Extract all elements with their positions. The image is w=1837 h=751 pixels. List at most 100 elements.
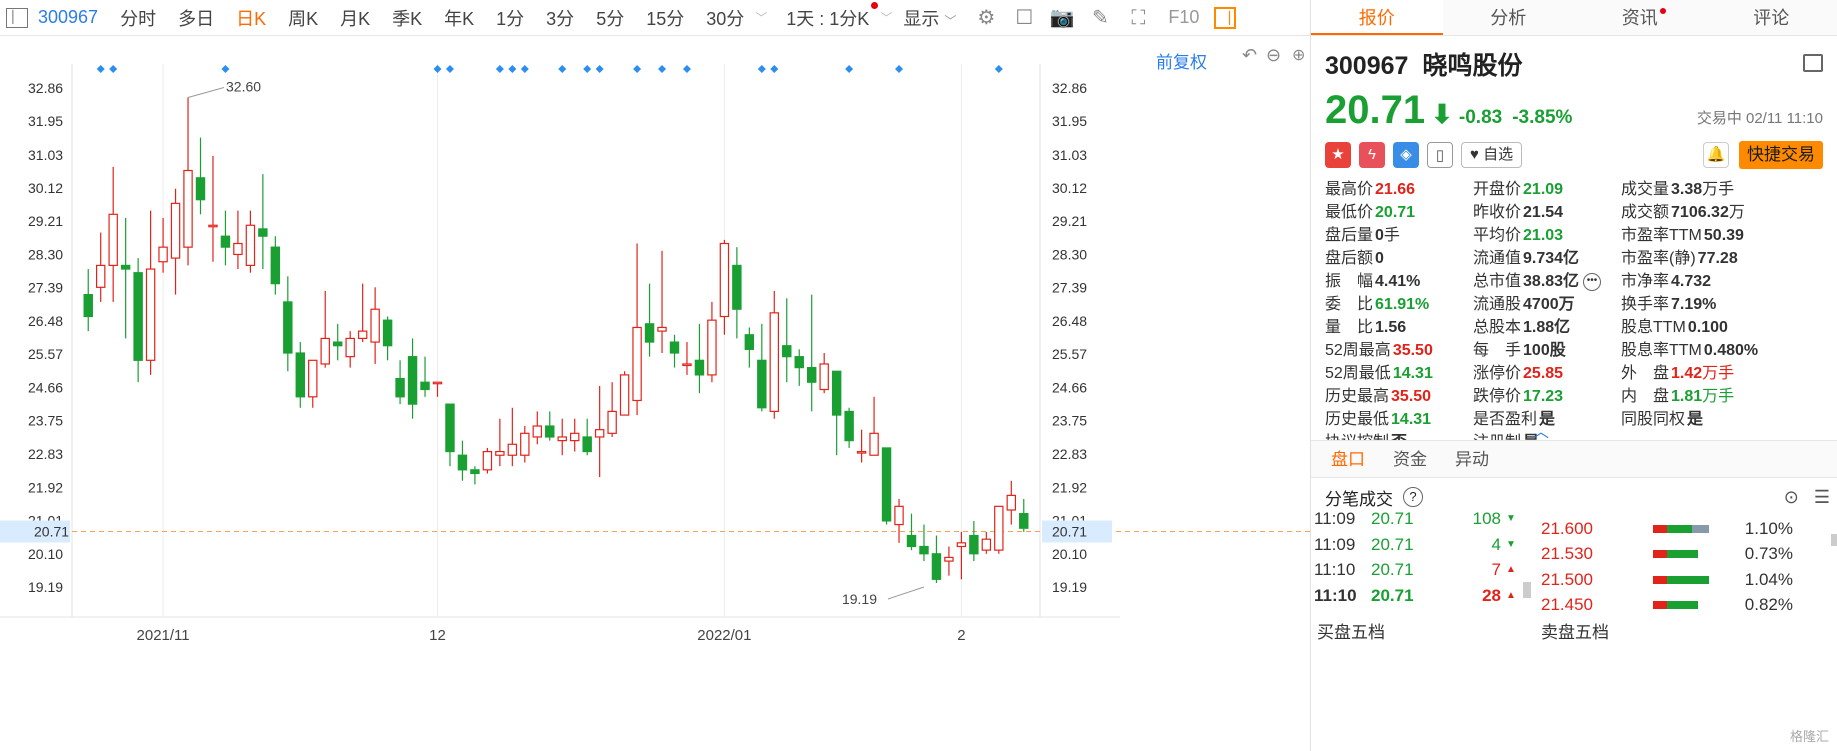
zoom-out-icon[interactable]: ⊖ [1266,45,1281,66]
period-tab[interactable]: 分时 [109,5,167,31]
stock-code-label[interactable]: 300967 [32,7,109,28]
list-icon[interactable]: ☰ [1814,487,1830,507]
buy-five-label[interactable]: 买盘五档 [1317,618,1385,643]
sell-five-label[interactable]: 卖盘五档 [1541,618,1609,643]
period-tab[interactable]: 15分 [635,5,695,31]
fullscreen-icon[interactable]: ⛶ [1123,3,1153,33]
quote-cell: 平均价 21.03 [1473,225,1621,247]
pen-icon[interactable]: ✎ [1085,3,1115,33]
quote-value: 1.42 [1671,365,1703,382]
depth-tab[interactable]: 资金 [1379,441,1441,477]
help-icon[interactable]: ? [1403,487,1423,507]
quote-actions: ★ ϟ ◈ ▯ ♥ 自选 🔔 快捷交易 [1325,141,1823,169]
quote-tab[interactable]: 分析 [1443,0,1575,35]
period-tab[interactable]: 日K [225,5,277,31]
quote-label: 最低价 [1325,204,1374,221]
alert-bell-icon[interactable]: 🔔 [1703,142,1729,168]
y-tick-label-right: 32.86 [1052,80,1087,96]
quote-unit: 万 [1728,204,1745,221]
period-tab[interactable]: 年K [433,5,485,31]
side-panel-icon[interactable] [1803,54,1823,72]
lightning-icon[interactable]: ϟ [1359,142,1385,168]
quote-cell: 总市值 38.83亿 ••• [1473,271,1621,293]
quote-tab[interactable]: 资讯 [1574,0,1706,35]
period-tab[interactable]: 周K [277,5,329,31]
period-tab[interactable]: 季K [381,5,433,31]
tick-scrollbar[interactable] [1523,582,1531,598]
interval-label: 1天 : 1分K [786,8,870,29]
candle-up [856,450,867,454]
quick-trade-button[interactable]: 快捷交易 [1739,141,1823,169]
level-bar-red [1653,601,1667,610]
quote-tab[interactable]: 评论 [1706,0,1837,35]
period-tab[interactable]: 多日 [167,5,225,31]
candle-up [345,337,355,358]
more-info-icon[interactable]: ••• [1583,272,1602,291]
candle-down [806,367,817,383]
draw-rect-icon[interactable]: ☐ [1009,3,1039,33]
china-flag-icon[interactable]: ★ [1325,142,1351,168]
period-tab[interactable]: 3分 [535,5,585,31]
quote-cell: 盘后额 0 [1325,248,1473,270]
interval-dropdown-icon[interactable]: ﹀ [880,9,892,26]
quote-tab[interactable]: 报价 [1311,0,1443,35]
price-tag-right-label: 20.71 [1052,524,1087,540]
bookmark-icon[interactable]: ▯ [1427,142,1453,168]
depth-tab[interactable]: 盘口 [1317,441,1379,477]
low-annotation-line [887,586,925,600]
y-tick-label-left: 28.30 [28,246,63,262]
tag-icon[interactable]: ◈ [1393,142,1419,168]
tick-row: 11:09 20.71 4 ▼ [1311,532,1526,558]
f10-button[interactable]: F10 [1157,7,1210,28]
add-watchlist-button[interactable]: ♥ 自选 [1461,142,1523,168]
up-triangle-icon: ▲ [1506,564,1516,575]
interval-select[interactable]: 1天 : 1分K [775,1,880,31]
event-marker-icon [109,65,118,73]
candle-up [819,363,829,391]
camera-icon[interactable]: 📷 [1047,3,1077,33]
collapse-chevron-icon[interactable]: ︿ [1533,418,1549,442]
more-options-icon[interactable]: ⊙ [1784,487,1799,507]
y-tick-label-left: 20.10 [28,546,63,562]
event-marker-icon [757,65,766,73]
candle-down [332,341,343,347]
candle-down [295,352,306,398]
fuquan-toggle[interactable]: 前复权 [1156,48,1207,73]
quote-unit: 万手 [1702,388,1735,405]
level-price: 21.450 [1541,595,1593,615]
depth-tab[interactable]: 异动 [1441,441,1503,477]
quote-cell: 52周最低 14.31 [1325,363,1473,385]
level-pct: 0.82% [1744,595,1793,615]
period-tab[interactable]: 1分 [485,5,535,31]
down-arrow-icon: ⬇ [1431,99,1453,129]
quote-label: 流通股 [1473,296,1522,313]
period-tab[interactable]: 5分 [585,5,635,31]
down-triangle-icon: ▼ [1506,538,1516,550]
quote-value: 25.85 [1523,365,1564,382]
candle-down [744,334,755,350]
tick-price: 20.71 [1371,509,1414,528]
period-tab[interactable]: 30分 [695,5,755,31]
level-scrollbar[interactable] [1831,534,1837,546]
quote-cell: 市盈率TTM 50.39 [1621,225,1823,247]
candle-up [956,542,967,548]
candle-up [532,425,543,438]
period-tab[interactable]: 月K [329,5,381,31]
settings-icon[interactable]: ⚙ [971,3,1001,33]
quote-label: 是否盈利 [1473,411,1538,428]
sidebar-toggle-icon[interactable]: ▏ [6,7,28,28]
zoom-in-icon[interactable]: ⊕ [1292,45,1305,65]
kline-chart[interactable]: 2021/11 12 2022/01 2 32.86 32.86 31.95 31.95 31.… [0,36,1310,751]
display-menu[interactable]: 显示 ﹀ [892,5,967,31]
tick-row: 11:10 20.71 7 ▲ [1311,557,1526,583]
quote-value: 21.03 [1523,227,1564,244]
undo-icon[interactable]: ↶ [1242,45,1257,66]
quote-label: 股息TTM [1621,319,1686,336]
candle-up [183,169,193,248]
period-dropdown-icon[interactable]: ﹀ [755,9,767,26]
candle-up [1006,494,1017,511]
panel-toggle-icon[interactable]: ▕ [1214,6,1237,29]
candle-down [545,425,555,438]
quote-cell: 涨停价 25.85 [1473,363,1621,385]
candle-up [594,429,605,438]
